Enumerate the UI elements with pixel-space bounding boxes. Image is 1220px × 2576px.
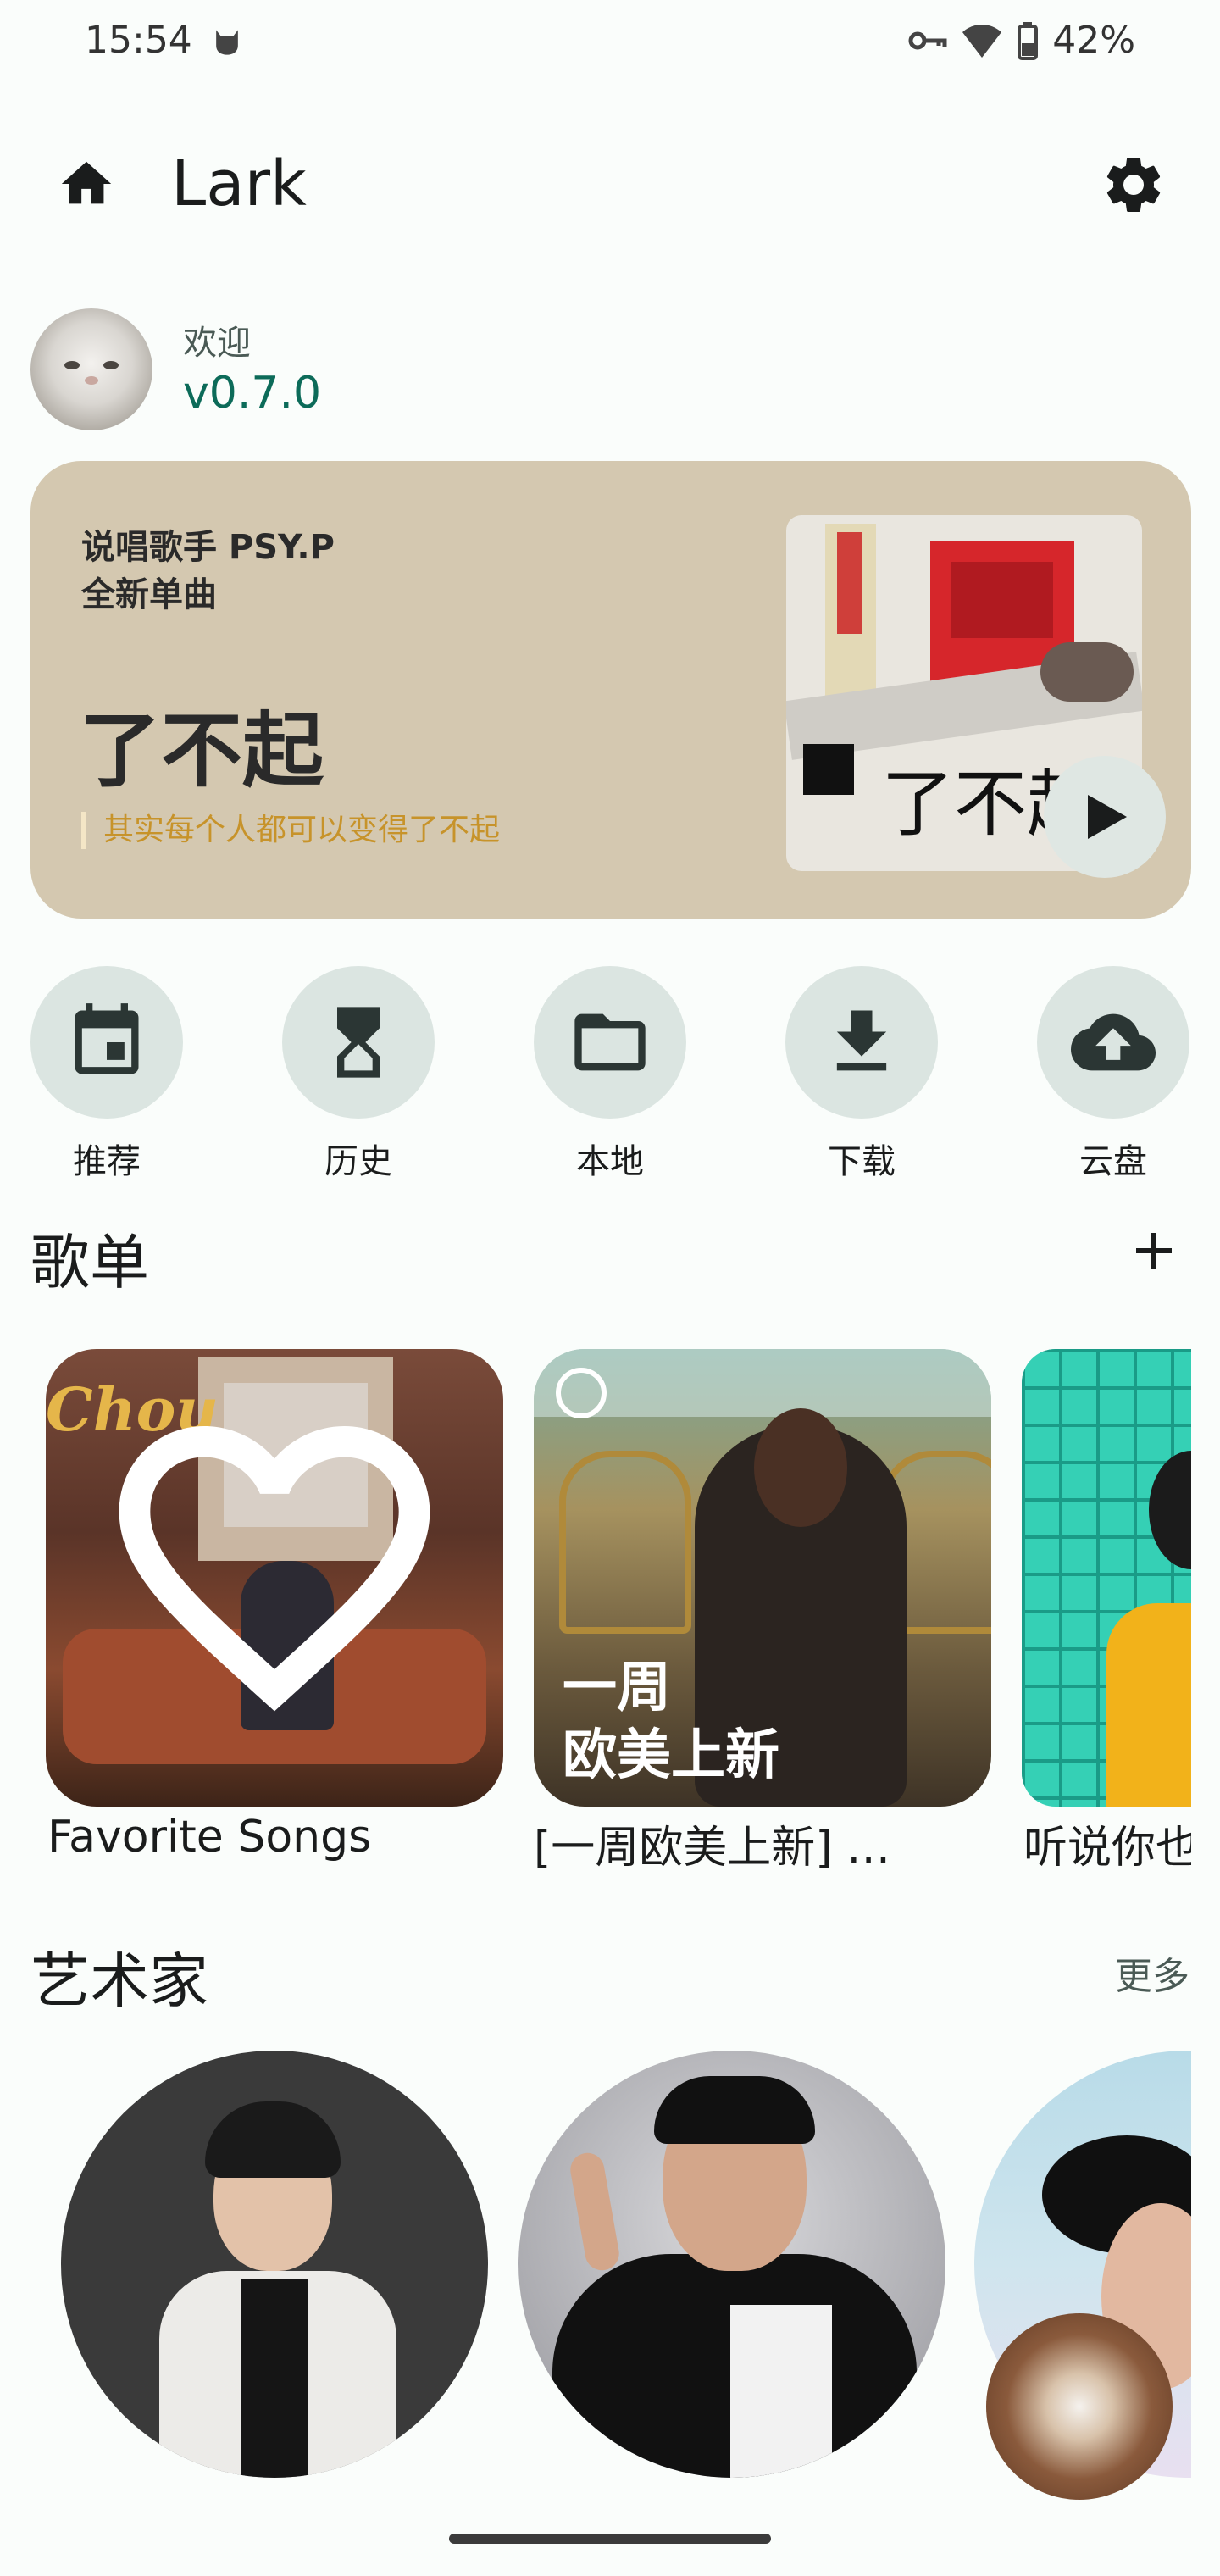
hourglass-icon — [337, 1007, 380, 1078]
calendar-icon — [75, 1003, 139, 1074]
shortcut-label: 本地 — [576, 1142, 644, 1181]
playlist-title: 听说你也 — [1023, 1823, 1191, 1874]
shortcut-label: 历史 — [324, 1142, 392, 1181]
welcome-label: 欢迎 — [183, 324, 251, 363]
add-playlist-icon[interactable] — [1123, 1220, 1184, 1281]
shortcut-label: 推荐 — [73, 1142, 141, 1181]
playlist-title: [一周欧美上新] … — [534, 1823, 891, 1874]
status-bar: 15:54 42% — [0, 0, 1220, 85]
shortcut-download[interactable]: 下载 — [785, 966, 938, 1183]
artist-avatar[interactable] — [518, 2051, 946, 2478]
shortcut-label: 下载 — [828, 1142, 896, 1181]
folder-icon — [574, 1013, 646, 1071]
cover-text: 一周 欧美上新 — [563, 1657, 779, 1787]
wifi-icon — [962, 24, 1002, 58]
app-bar: Lark — [0, 136, 1220, 229]
more-artists-link[interactable]: 更多 — [1115, 1946, 1190, 2000]
play-icon — [1088, 795, 1127, 839]
avatar[interactable] — [30, 308, 152, 430]
banner-play-button[interactable] — [1044, 756, 1166, 878]
shortcut-cloud[interactable]: 云盘 — [1037, 966, 1190, 1183]
cloud-upload-icon — [1071, 1013, 1156, 1071]
artists-title: 艺术家 — [30, 1946, 208, 2016]
shortcut-recommend[interactable]: 推荐 — [30, 966, 183, 1183]
shortcut-label: 云盘 — [1079, 1142, 1147, 1181]
gesture-nav-bar[interactable] — [449, 2534, 771, 2544]
battery-icon — [1018, 21, 1039, 60]
shortcut-history[interactable]: 历史 — [282, 966, 435, 1183]
banner-description: 其实每个人都可以变得了不起 — [81, 812, 500, 849]
playlist-card-weekly[interactable]: 一周 欧美上新 — [534, 1349, 991, 1807]
status-time: 15:54 — [85, 19, 192, 62]
netease-logo-icon — [556, 1368, 607, 1418]
shortcut-local[interactable]: 本地 — [534, 966, 686, 1183]
now-playing-bubble[interactable] — [986, 2313, 1173, 2500]
featured-banner[interactable]: 说唱歌手 PSY.P 全新单曲 了不起 其实每个人都可以变得了不起 了不起 — [30, 461, 1191, 919]
version-label: v0.7.0 — [183, 368, 322, 419]
artist-avatar[interactable] — [61, 2051, 488, 2478]
playlist-card-third[interactable] — [1022, 1349, 1191, 1807]
playlist-card-favorite[interactable]: Chou — [46, 1349, 503, 1807]
banner-subtitle: 说唱歌手 PSY.P 全新单曲 — [81, 528, 335, 614]
battery-percent: 42% — [1052, 19, 1135, 62]
cat-notification-icon — [216, 30, 238, 55]
playlist-title: Favorite Songs — [47, 1812, 372, 1863]
status-icons: 42% — [908, 19, 1135, 62]
heart-icon — [119, 1426, 430, 1712]
banner-headline: 了不起 — [80, 703, 324, 798]
gear-icon[interactable] — [1100, 151, 1167, 219]
home-icon[interactable] — [53, 154, 120, 214]
vpn-key-icon — [908, 31, 947, 49]
playlists-title: 歌单 — [30, 1228, 149, 1297]
download-icon — [836, 1010, 887, 1071]
app-title: Lark — [171, 147, 307, 220]
